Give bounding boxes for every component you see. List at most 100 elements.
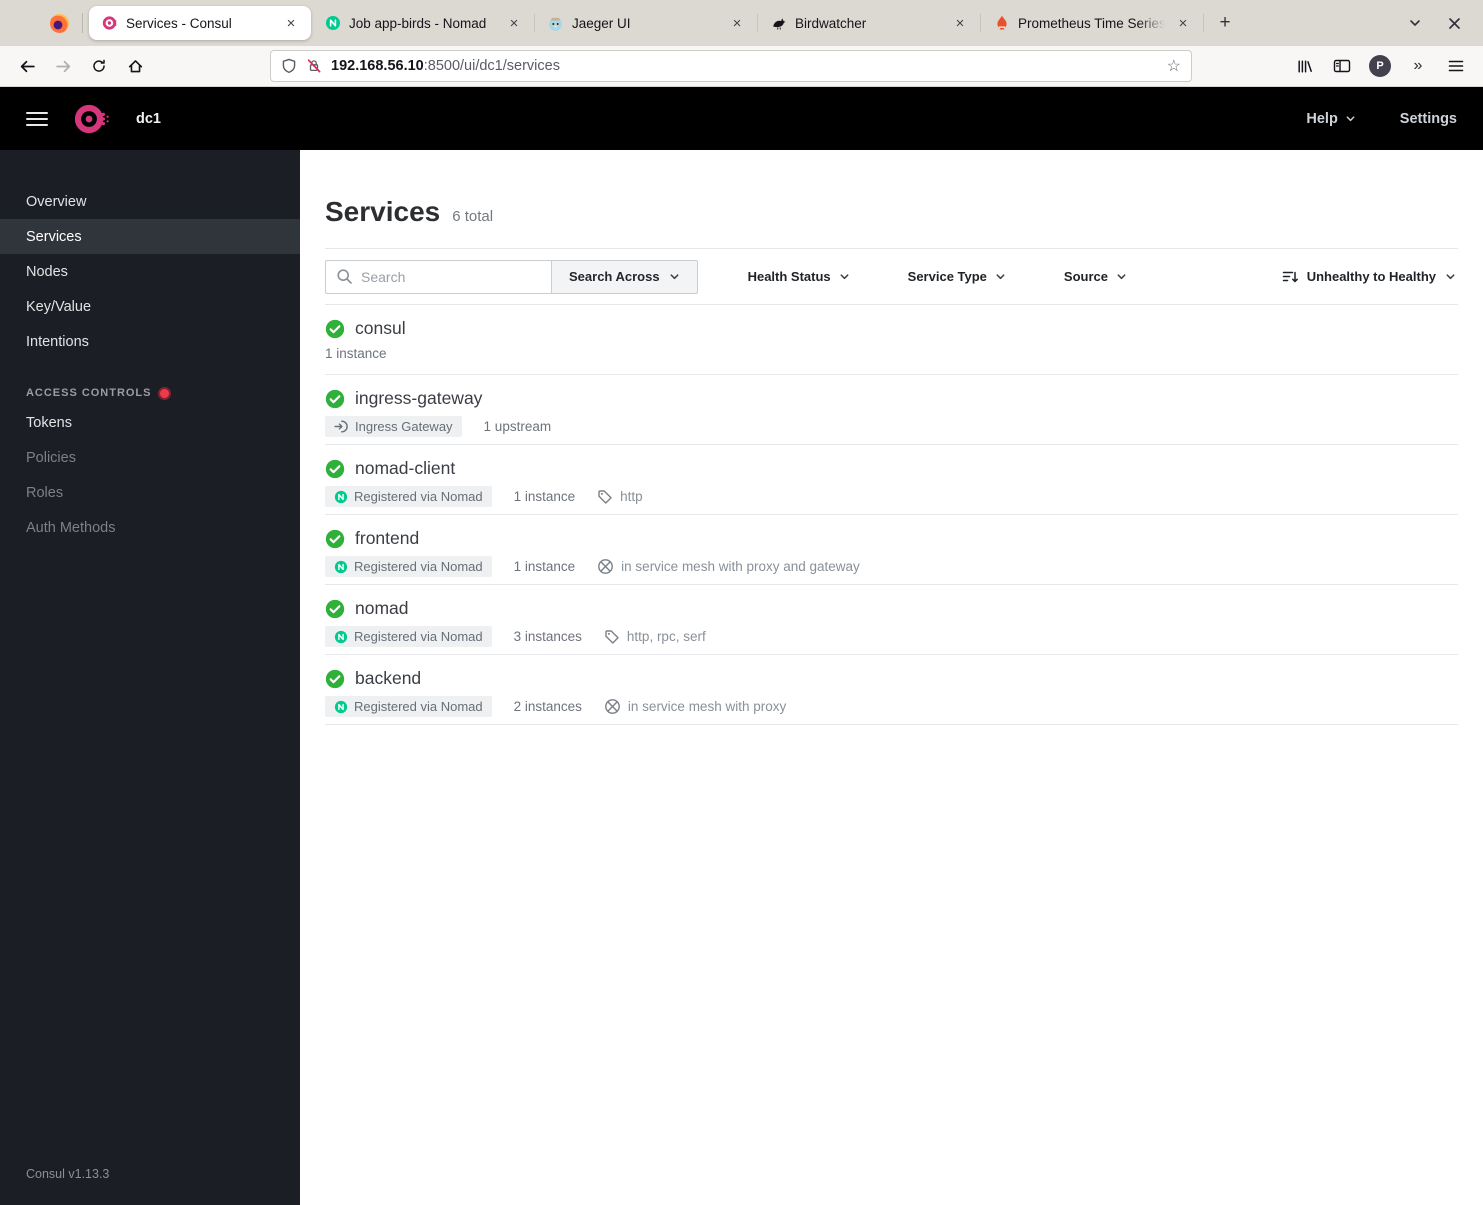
mesh-icon <box>604 698 621 715</box>
service-badge: Ingress Gateway <box>325 416 462 437</box>
new-tab-button[interactable]: + <box>1210 8 1240 38</box>
nomad-favicon <box>324 15 341 32</box>
ingress-gateway-icon <box>334 419 349 434</box>
prometheus-favicon <box>993 15 1010 32</box>
window-close-button[interactable] <box>1448 17 1461 30</box>
health-passing-icon <box>325 319 345 339</box>
sort-dropdown[interactable]: Unhealthy to Healthy <box>1282 269 1458 285</box>
chevron-down-icon <box>840 274 849 280</box>
sidebar-toggle-icon[interactable] <box>1327 51 1357 81</box>
mesh-icon <box>597 558 614 575</box>
service-row-consul[interactable]: consul 1 instance <box>325 305 1458 375</box>
settings-link[interactable]: Settings <box>1400 111 1457 127</box>
filter-service-type[interactable]: Service Type <box>908 269 1006 284</box>
tab-strip: Services - Consul × Job app-birds - Noma… <box>89 0 1204 46</box>
app-menu-icon[interactable] <box>1441 51 1471 81</box>
filter-bar: Search Across Health Status Service Type… <box>325 248 1458 305</box>
service-row-nomad[interactable]: nomad Registered via Nomad 3 instances ht… <box>325 585 1458 655</box>
services-total-count: 6 total <box>452 208 494 225</box>
service-row-backend[interactable]: backend Registered via Nomad 2 instances … <box>325 655 1458 725</box>
sidebar-item-overview[interactable]: Overview <box>0 184 300 219</box>
sidebar-acl-items: Tokens Policies Roles Auth Methods <box>0 405 300 545</box>
sidebar-item-nodes[interactable]: Nodes <box>0 254 300 289</box>
bird-favicon <box>770 15 787 32</box>
datacenter-selector[interactable]: dc1 <box>136 111 161 127</box>
service-row-frontend[interactable]: frontend Registered via Nomad 1 instance … <box>325 515 1458 585</box>
acl-status-dot-icon <box>160 388 170 398</box>
search-input[interactable] <box>325 259 551 294</box>
nomad-icon <box>334 630 348 644</box>
url-bar[interactable]: 192.168.56.10:8500/ui/dc1/services ☆ <box>270 50 1192 82</box>
tab-prometheus[interactable]: Prometheus Time Series C × <box>981 6 1204 40</box>
tab-close-icon[interactable]: × <box>727 13 747 33</box>
service-extra-meta: http <box>597 489 643 505</box>
reload-button[interactable] <box>84 51 114 81</box>
nomad-icon <box>334 700 348 714</box>
firefox-logo-icon <box>49 13 69 33</box>
shield-icon[interactable] <box>281 58 297 74</box>
chevron-down-icon <box>1117 274 1126 280</box>
service-badge: Registered via Nomad <box>325 696 492 717</box>
forward-button[interactable] <box>48 51 78 81</box>
jaeger-favicon <box>547 15 564 32</box>
list-all-tabs-button[interactable] <box>1408 16 1422 30</box>
tab-consul[interactable]: Services - Consul × <box>89 6 311 40</box>
access-controls-section-label: ACCESS CONTROLS <box>0 387 300 399</box>
url-text: 192.168.56.10:8500/ui/dc1/services <box>331 58 560 74</box>
service-instances: 2 instances <box>513 699 582 714</box>
sidebar-item-services[interactable]: Services <box>0 219 300 254</box>
main-content: Services 6 total Search Across Health St… <box>300 150 1483 1205</box>
bookmark-star-icon[interactable]: ☆ <box>1167 56 1181 76</box>
service-name[interactable]: backend <box>355 668 421 689</box>
tab-jaeger[interactable]: Jaeger UI × <box>535 6 758 40</box>
health-passing-icon <box>325 599 345 619</box>
service-row-nomad-client[interactable]: nomad-client Registered via Nomad 1 insta… <box>325 445 1458 515</box>
service-instances: 1 instance <box>513 559 576 574</box>
sidebar-item-key-value[interactable]: Key/Value <box>0 289 300 324</box>
service-name[interactable]: nomad-client <box>355 458 455 479</box>
search-icon <box>336 268 353 285</box>
service-instances: 3 instances <box>513 629 582 644</box>
tab-nomad[interactable]: Job app-birds - Nomad × <box>312 6 535 40</box>
service-badge: Registered via Nomad <box>325 626 492 647</box>
service-badge: Registered via Nomad <box>325 486 492 507</box>
service-name[interactable]: consul <box>355 318 406 339</box>
sidebar-item-policies[interactable]: Policies <box>0 440 300 475</box>
service-name[interactable]: ingress-gateway <box>355 388 482 409</box>
home-button[interactable] <box>120 51 150 81</box>
firefox-view-button[interactable] <box>44 8 74 38</box>
tab-separator <box>82 13 83 33</box>
back-button[interactable] <box>12 51 42 81</box>
tab-close-icon[interactable]: × <box>950 13 970 33</box>
sidebar-item-auth-methods[interactable]: Auth Methods <box>0 510 300 545</box>
search-across-dropdown[interactable]: Search Across <box>551 259 698 294</box>
tab-close-icon[interactable]: × <box>1173 13 1193 33</box>
service-name[interactable]: frontend <box>355 528 419 549</box>
nav-hamburger-icon[interactable] <box>26 111 48 126</box>
tab-title: Job app-birds - Nomad <box>349 15 487 31</box>
service-name[interactable]: nomad <box>355 598 409 619</box>
tab-title: Birdwatcher <box>795 15 867 31</box>
filter-health-status[interactable]: Health Status <box>748 269 850 284</box>
tab-close-icon[interactable]: × <box>281 13 301 33</box>
library-icon[interactable] <box>1289 51 1319 81</box>
chevron-down-icon <box>996 274 1005 280</box>
service-instances: 1 instance <box>513 489 576 504</box>
profile-avatar[interactable]: P <box>1365 51 1395 81</box>
consul-logo-icon[interactable] <box>72 100 110 138</box>
tab-birdwatcher[interactable]: Birdwatcher × <box>758 6 981 40</box>
sort-icon <box>1282 271 1298 282</box>
health-passing-icon <box>325 529 345 549</box>
insecure-lock-icon[interactable] <box>306 58 322 74</box>
service-row-ingress-gateway[interactable]: ingress-gateway Ingress Gateway 1 upstrea… <box>325 375 1458 445</box>
nomad-icon <box>334 560 348 574</box>
sidebar-item-tokens[interactable]: Tokens <box>0 405 300 440</box>
sidebar-item-intentions[interactable]: Intentions <box>0 324 300 359</box>
tab-close-icon[interactable]: × <box>504 13 524 33</box>
help-menu[interactable]: Help <box>1306 111 1355 127</box>
health-passing-icon <box>325 669 345 689</box>
extensions-overflow-button[interactable]: » <box>1403 51 1433 81</box>
filter-source[interactable]: Source <box>1064 269 1127 284</box>
health-passing-icon <box>325 459 345 479</box>
sidebar-item-roles[interactable]: Roles <box>0 475 300 510</box>
